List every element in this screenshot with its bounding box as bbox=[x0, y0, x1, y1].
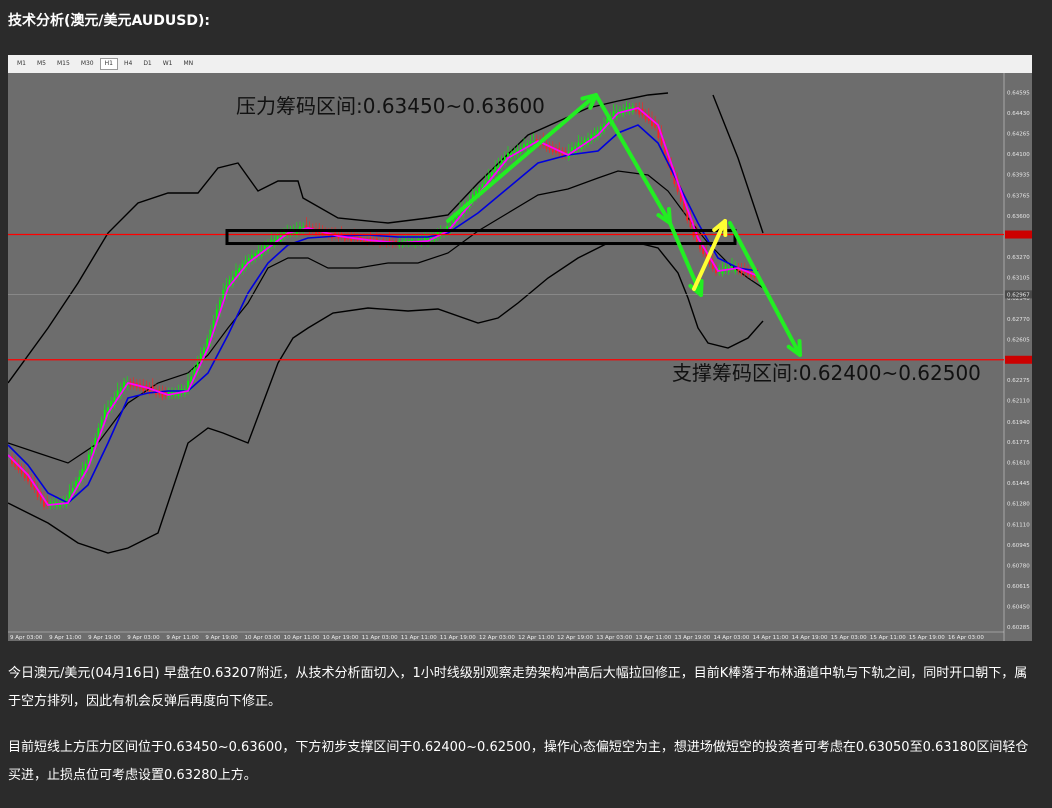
time-tick-label: 13 Apr 19:00 bbox=[674, 635, 710, 641]
time-tick-label: 14 Apr 19:00 bbox=[792, 635, 828, 641]
timeframe-button-d1[interactable]: D1 bbox=[138, 58, 156, 70]
time-tick-label: 11 Apr 19:00 bbox=[440, 635, 476, 641]
timeframe-button-m30[interactable]: M30 bbox=[76, 58, 99, 70]
price-tick-label: 0.60450 bbox=[1007, 605, 1030, 611]
time-tick-label: 15 Apr 03:00 bbox=[831, 635, 867, 641]
timeframe-button-w1[interactable]: W1 bbox=[158, 58, 178, 70]
timeframe-button-h1[interactable]: H1 bbox=[99, 58, 118, 70]
time-tick-label: 14 Apr 03:00 bbox=[714, 635, 750, 641]
time-tick-label: 9 Apr 11:00 bbox=[166, 635, 199, 641]
time-tick-label: 9 Apr 03:00 bbox=[127, 635, 160, 641]
analysis-paragraph-2: 目前短线上方压力区间位于0.63450~0.63600，下方初步支撑区间于0.6… bbox=[8, 740, 1029, 783]
time-tick-label: 9 Apr 19:00 bbox=[88, 635, 121, 641]
current-price-tag: 0.62967 bbox=[1007, 292, 1030, 298]
price-tick-label: 0.61445 bbox=[1007, 481, 1030, 487]
time-tick-label: 9 Apr 03:00 bbox=[10, 635, 43, 641]
price-chart: M1 M5 M15 M30 H1 H4 D1 W1 MN 0.64595 0.64430 0.642… bbox=[8, 55, 1032, 641]
price-tick-label: 0.63765 bbox=[1007, 193, 1030, 199]
resistance-zone-label: 压力筹码区间:0.63450~0.63600 bbox=[236, 94, 545, 118]
timeframe-button-m5[interactable]: M5 bbox=[32, 58, 51, 70]
price-tick-label: 0.62110 bbox=[1007, 399, 1030, 405]
support-zone-label: 支撑筹码区间:0.62400~0.62500 bbox=[672, 361, 981, 385]
timeframe-button-m1[interactable]: M1 bbox=[12, 58, 31, 70]
price-tick-label: 0.63600 bbox=[1007, 214, 1030, 220]
price-tick-label: 0.63935 bbox=[1007, 172, 1030, 178]
price-tick-label: 0.64100 bbox=[1007, 152, 1030, 158]
time-tick-label: 10 Apr 03:00 bbox=[245, 635, 281, 641]
timeframe-button-mn[interactable]: MN bbox=[179, 58, 199, 70]
price-tick-label: 0.62770 bbox=[1007, 317, 1030, 323]
resistance-price-tag-bg bbox=[1005, 230, 1032, 239]
timeframe-list: M1 M5 M15 M30 H1 H4 D1 W1 MN bbox=[12, 58, 199, 70]
price-tick-label: 0.61280 bbox=[1007, 502, 1030, 508]
time-tick-label: 13 Apr 11:00 bbox=[635, 635, 671, 641]
price-tick-label: 0.61110 bbox=[1007, 523, 1030, 529]
time-tick-label: 15 Apr 19:00 bbox=[909, 635, 945, 641]
page-heading: 技术分析(澳元/美元AUDUSD): bbox=[8, 13, 210, 29]
time-tick-label: 13 Apr 03:00 bbox=[596, 635, 632, 641]
timeframe-button-m15[interactable]: M15 bbox=[52, 58, 75, 70]
price-tick-label: 0.62605 bbox=[1007, 337, 1030, 343]
price-tick-label: 0.63105 bbox=[1007, 275, 1030, 281]
timeframe-toolbar: M1 M5 M15 M30 H1 H4 D1 W1 MN bbox=[8, 55, 1032, 74]
price-tick-label: 0.61610 bbox=[1007, 461, 1030, 467]
price-tick-label: 0.60945 bbox=[1007, 543, 1030, 549]
time-tick-label: 11 Apr 11:00 bbox=[401, 635, 437, 641]
price-tick-label: 0.60615 bbox=[1007, 584, 1030, 590]
price-tick-label: 0.63270 bbox=[1007, 255, 1030, 261]
time-tick-label: 12 Apr 03:00 bbox=[479, 635, 515, 641]
time-tick-label: 9 Apr 19:00 bbox=[205, 635, 238, 641]
time-tick-label: 10 Apr 11:00 bbox=[284, 635, 320, 641]
time-tick-label: 14 Apr 11:00 bbox=[753, 635, 789, 641]
price-tick-label: 0.64430 bbox=[1007, 111, 1030, 117]
time-tick-label: 9 Apr 11:00 bbox=[49, 635, 82, 641]
price-tick-label: 0.61775 bbox=[1007, 440, 1030, 446]
price-tick-label: 0.64595 bbox=[1007, 91, 1030, 97]
time-tick-label: 12 Apr 11:00 bbox=[518, 635, 554, 641]
support-price-tag-bg bbox=[1005, 355, 1032, 364]
price-tick-label: 0.60285 bbox=[1007, 625, 1030, 631]
chart-canvas: 0.64595 0.64430 0.64265 0.64100 0.63935 0.637… bbox=[8, 73, 1032, 641]
time-tick-label: 10 Apr 19:00 bbox=[323, 635, 359, 641]
analysis-paragraph-1: 今日澳元/美元(04月16日) 早盘在0.63207附近，从技术分析面切入，1小… bbox=[8, 666, 1028, 709]
time-tick-label: 16 Apr 03:00 bbox=[948, 635, 984, 641]
time-tick-label: 15 Apr 11:00 bbox=[870, 635, 906, 641]
price-tick-label: 0.62275 bbox=[1007, 378, 1030, 384]
price-tick-label: 0.60780 bbox=[1007, 564, 1030, 570]
price-tick-label: 0.61940 bbox=[1007, 420, 1030, 426]
time-tick-label: 12 Apr 19:00 bbox=[557, 635, 593, 641]
price-tick-label: 0.64265 bbox=[1007, 131, 1030, 137]
time-tick-label: 11 Apr 03:00 bbox=[362, 635, 398, 641]
timeframe-button-h4[interactable]: H4 bbox=[119, 58, 137, 70]
